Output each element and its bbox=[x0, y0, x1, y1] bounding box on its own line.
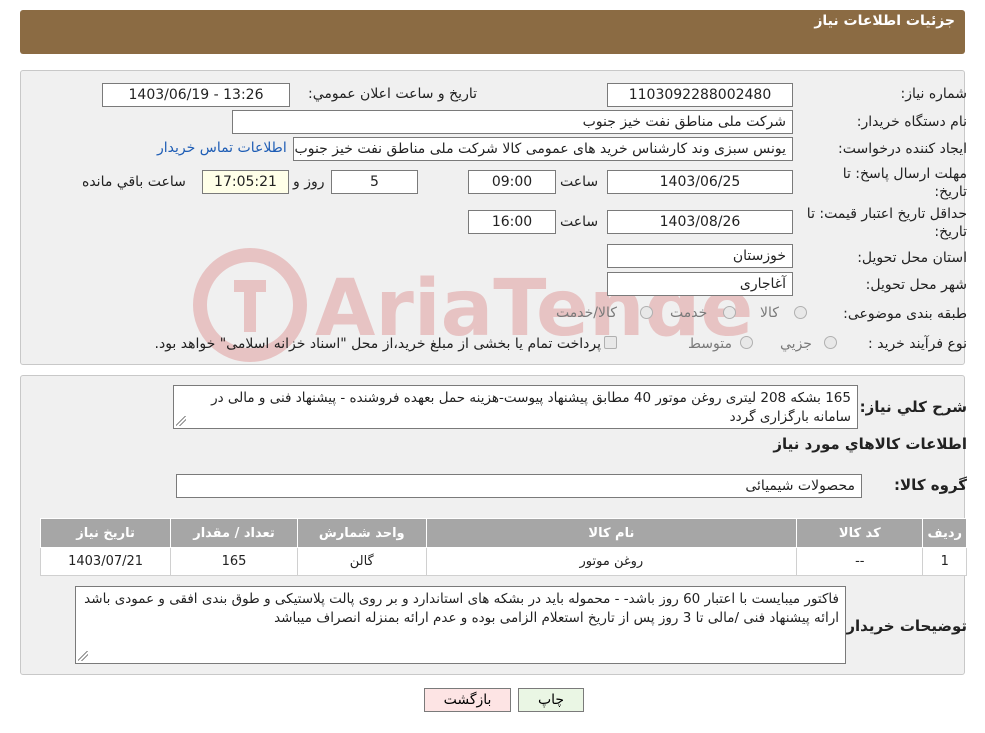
city-field: آغاجاری bbox=[607, 272, 793, 296]
summary-textarea: 165 بشکه 208 لیتری روغن موتور 40 مطابق پ… bbox=[173, 385, 858, 429]
summary-text: 165 بشکه 208 لیتری روغن موتور 40 مطابق پ… bbox=[211, 390, 851, 425]
payment-checkbox[interactable] bbox=[604, 336, 617, 349]
col-quantity: تعداد / مقدار bbox=[170, 518, 298, 548]
announce-datetime-field: 1403/06/19 - 13:26 bbox=[102, 83, 290, 107]
items-table-header: رديف كد كالا نام كالا واحد شمارش تعداد /… bbox=[39, 518, 967, 548]
deadline-time-field: 09:00 bbox=[468, 170, 556, 194]
items-table: رديف كد كالا نام كالا واحد شمارش تعداد /… bbox=[39, 518, 967, 576]
process-option-medium: متوسط bbox=[688, 336, 732, 352]
col-item-name: نام كالا bbox=[425, 518, 798, 548]
category-radio-goods[interactable] bbox=[794, 306, 807, 319]
buyer-notes-textarea: فاکتور میبایست با اعتبار 60 روز باشد- - … bbox=[75, 586, 846, 664]
page-title: جزئیات اطلاعات نیاز bbox=[814, 13, 955, 29]
category-option-goods: كالا bbox=[760, 305, 779, 321]
deadline-label-date: تاريخ: bbox=[934, 184, 967, 200]
col-unit: واحد شمارش bbox=[296, 518, 427, 548]
cell-unit: گالن bbox=[296, 547, 427, 576]
category-option-goods-service: كالا/خدمت bbox=[556, 305, 617, 321]
process-label: نوع فرآيند خريد : bbox=[868, 336, 967, 352]
validity-label-date: تاريخ: bbox=[934, 224, 967, 240]
announce-label: تاریخ و ساعت اعلان عمومي: bbox=[308, 86, 477, 102]
process-option-minor: جزيي bbox=[780, 336, 812, 352]
creator-field: یونس سبزی وند کارشناس خرید های عمومی کال… bbox=[293, 137, 793, 161]
creator-label: ايجاد كننده درخواست: bbox=[838, 141, 967, 157]
category-radio-goods-service[interactable] bbox=[640, 306, 653, 319]
validity-date-field: 1403/08/26 bbox=[607, 210, 793, 234]
buyer-notes-label: توضيحات خريدار: bbox=[840, 617, 967, 635]
remaining-time-label: ساعت باقي مانده bbox=[82, 174, 186, 190]
goods-group-field: محصولات شیمیائی bbox=[176, 474, 862, 498]
goods-group-label: گروه كالا: bbox=[894, 476, 967, 494]
cell-quantity: 165 bbox=[170, 547, 298, 576]
category-label: طبقه بندی موضوعی: bbox=[843, 306, 967, 322]
back-button[interactable]: بازگشت bbox=[424, 688, 511, 712]
col-item-code: كد كالا bbox=[796, 518, 924, 548]
table-row: 1 -- روغن موتور گالن 165 1403/07/21 bbox=[39, 547, 967, 576]
validity-label: حداقل تاريخ اعتبار قيمت: تا bbox=[806, 206, 967, 222]
deadline-label: مهلت ارسال پاسخ: تا bbox=[842, 166, 967, 182]
need-number-field: 1103092288002480 bbox=[607, 83, 793, 107]
category-radio-service[interactable] bbox=[723, 306, 736, 319]
cell-item-name: روغن موتور bbox=[425, 547, 798, 576]
days-remaining-field: 5 bbox=[331, 170, 418, 194]
cell-row-number: 1 bbox=[922, 547, 967, 576]
remaining-time-field: 17:05:21 bbox=[202, 170, 289, 194]
buyer-org-field: شركت ملی مناطق نفت خیز جنوب bbox=[232, 110, 793, 134]
city-label: شهر محل تحويل: bbox=[865, 277, 967, 293]
category-option-service: خدمت bbox=[670, 305, 708, 321]
deadline-date-field: 1403/06/25 bbox=[607, 170, 793, 194]
col-row-number: رديف bbox=[922, 518, 967, 548]
province-label: استان محل تحويل: bbox=[857, 250, 967, 266]
days-label: روز و bbox=[293, 174, 325, 190]
print-button[interactable]: چاپ bbox=[518, 688, 584, 712]
need-number-label: شماره نیاز: bbox=[900, 86, 968, 102]
buyer-org-label: نام دستگاه خريدار: bbox=[856, 114, 967, 130]
col-need-date: تاريخ نياز bbox=[39, 518, 172, 548]
cell-item-code: -- bbox=[796, 547, 924, 576]
buyer-notes-text: فاکتور میبایست با اعتبار 60 روز باشد- - … bbox=[84, 591, 839, 626]
deadline-time-label: ساعت bbox=[560, 174, 599, 190]
province-field: خوزستان bbox=[607, 244, 793, 268]
validity-time-label: ساعت bbox=[560, 214, 599, 230]
items-section-title: اطلاعات كالاهاي مورد نياز bbox=[773, 435, 967, 453]
summary-label: شرح كلي نياز: bbox=[859, 398, 967, 416]
resize-grip-icon[interactable] bbox=[176, 416, 186, 426]
payment-note: پرداخت تمام یا بخشی از مبلغ خرید،از محل … bbox=[154, 336, 601, 352]
validity-time-field: 16:00 bbox=[468, 210, 556, 234]
buyer-contact-link[interactable]: اطلاعات تماس خريدار bbox=[157, 140, 287, 156]
process-radio-medium[interactable] bbox=[740, 336, 753, 349]
resize-grip-icon[interactable] bbox=[78, 651, 88, 661]
process-radio-minor[interactable] bbox=[824, 336, 837, 349]
cell-need-date: 1403/07/21 bbox=[39, 547, 172, 576]
